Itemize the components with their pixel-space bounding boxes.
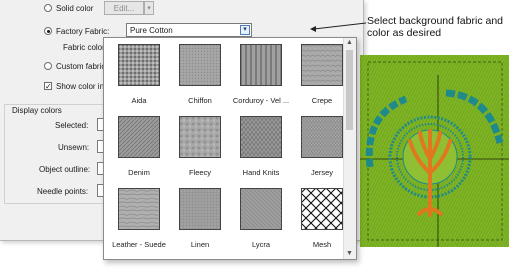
fabric-swatch-leather (118, 188, 160, 230)
fabric-option-chiffon[interactable]: Chiffon (170, 41, 230, 109)
edit-button[interactable]: Edit... (104, 1, 144, 15)
fabric-option-leather[interactable]: Leather - Suede (109, 185, 169, 253)
fabric-swatch-mesh (301, 188, 343, 230)
needle-points-label: Needle points: (37, 187, 89, 196)
fabric-swatch-corduroy (240, 44, 282, 86)
fabric-swatch-crepe (301, 44, 343, 86)
factory-fabric-label: Factory Fabric: (56, 27, 110, 36)
fabric-swatch-fleecy (179, 116, 221, 158)
dropdown-scrollbar[interactable]: ▲ ▼ (343, 38, 356, 259)
fabric-swatch-jersey (301, 116, 343, 158)
fabric-option-knit[interactable]: Hand Knits (231, 113, 291, 181)
fabric-option-lycra[interactable]: Lycra (231, 185, 291, 253)
fabric-option-label: Fleecy (188, 168, 212, 177)
scroll-down-arrow[interactable]: ▼ (346, 250, 353, 257)
fabric-swatch-aida (118, 44, 160, 86)
fabric-option-label: Lycra (251, 240, 271, 249)
fabric-swatch-lycra (240, 188, 282, 230)
scroll-thumb[interactable] (346, 50, 353, 130)
fabric-color-label: Fabric color: (63, 43, 108, 52)
factory-fabric-select[interactable]: Pure Cotton ▾ (126, 23, 252, 37)
fabric-option-label: Denim (128, 168, 150, 177)
fabric-option-label: Chiffon (188, 96, 212, 105)
fabric-option-label: Leather - Suede (112, 240, 166, 249)
fabric-option-corduroy[interactable]: Corduroy - Vel ... (231, 41, 291, 109)
selected-color-label: Selected: (55, 121, 89, 130)
fabric-swatch-chiffon (179, 44, 221, 86)
factory-fabric-radio[interactable] (44, 27, 52, 35)
custom-fabric-radio[interactable] (44, 62, 52, 70)
embroidery-preview (360, 55, 509, 247)
embroidery-design-image (360, 55, 509, 247)
scroll-up-arrow[interactable]: ▲ (346, 39, 353, 46)
unsewn-color-label: Unsewn: (58, 143, 90, 152)
fabric-option-label: Aida (131, 96, 147, 105)
factory-fabric-value: Pure Cotton (130, 26, 173, 35)
fabric-dropdown-panel: Aida Chiffon Corduroy - Vel ... Crepe Denim F… (103, 37, 357, 260)
fabric-option-fleecy[interactable]: Fleecy (170, 113, 230, 181)
custom-fabric-label: Custom fabric: (56, 62, 108, 71)
display-colors-title: Display colors (10, 106, 64, 115)
callout-arrow (310, 22, 367, 32)
fabric-option-label: Hand Knits (242, 168, 280, 177)
object-outline-label: Object outline: (39, 165, 91, 174)
fabric-option-label: Corduroy - Vel ... (232, 96, 290, 105)
fabric-swatch-linen (179, 188, 221, 230)
fabric-option-linen[interactable]: Linen (170, 185, 230, 253)
edit-dropdown-arrow[interactable]: ▾ (144, 1, 154, 15)
fabric-swatch-denim (118, 116, 160, 158)
chevron-down-icon[interactable]: ▾ (240, 25, 250, 35)
fabric-option-aida[interactable]: Aida (109, 41, 169, 109)
show-color-inside-checkbox[interactable]: ✓ (44, 82, 52, 91)
solid-color-radio[interactable] (44, 4, 52, 12)
callout-text: Select background fabric and color as de… (367, 15, 504, 39)
fabric-option-label: Linen (190, 240, 210, 249)
solid-color-label: Solid color (56, 4, 94, 13)
fabric-option-denim[interactable]: Denim (109, 113, 169, 181)
fabric-grid: Aida Chiffon Corduroy - Vel ... Crepe Denim F… (104, 38, 344, 259)
fabric-swatch-knit (240, 116, 282, 158)
